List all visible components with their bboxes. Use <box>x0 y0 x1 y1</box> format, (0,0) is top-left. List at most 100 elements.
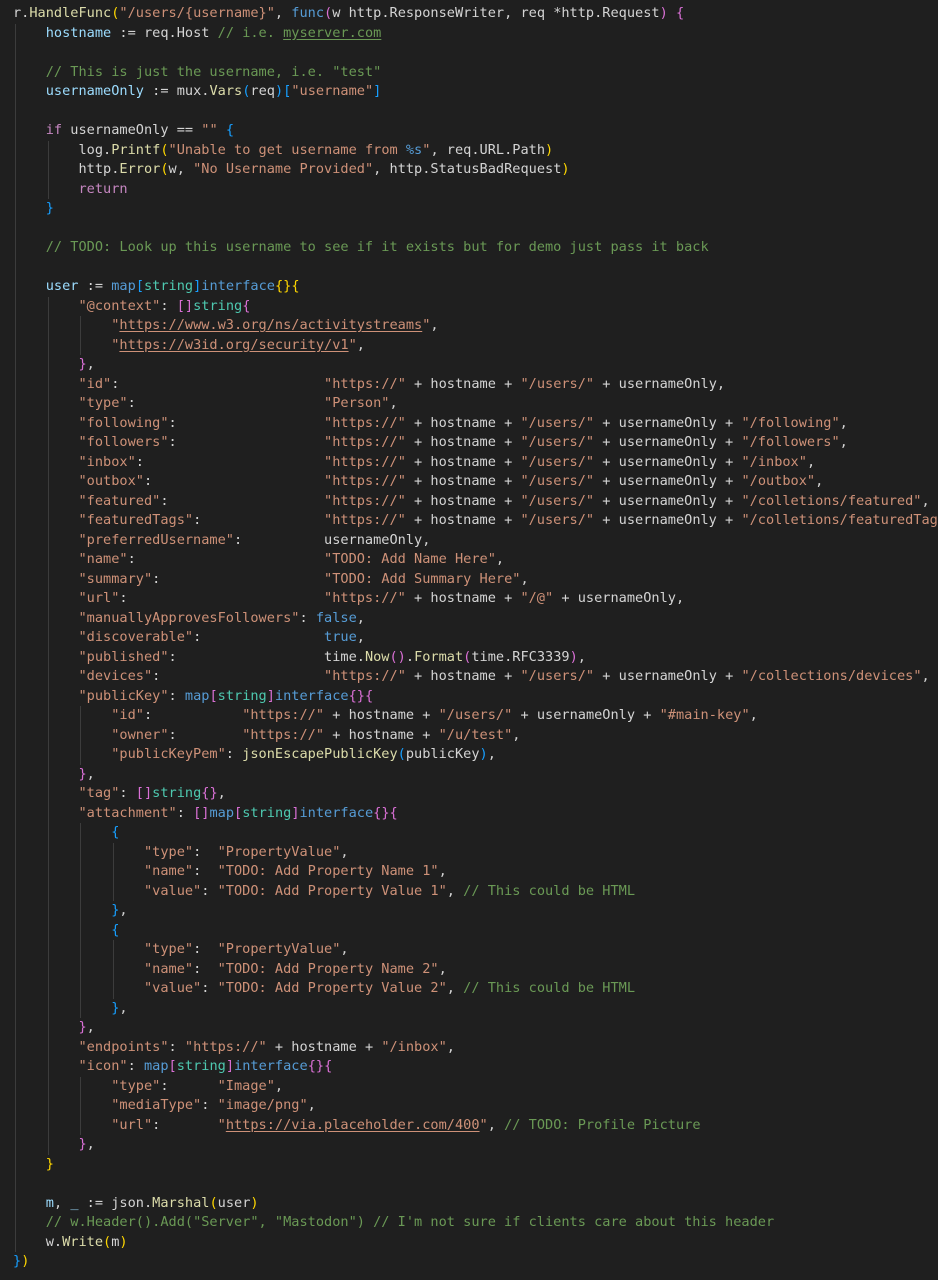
code-line: hostname := req.Host // i.e. myserver.co… <box>0 23 938 43</box>
code-token: ] <box>225 1058 235 1074</box>
code-token: w http.ResponseWriter, req *http.Request <box>332 5 660 21</box>
code-token: { <box>242 297 251 314</box>
indentation <box>13 1156 46 1172</box>
indent-guide <box>15 1037 16 1057</box>
code-token: "TODO: Add Property Name 1" <box>217 863 439 879</box>
code-token: Write <box>62 1233 104 1250</box>
code-token: "id" <box>111 707 144 723</box>
indent-guide <box>15 335 16 355</box>
indent-guide <box>15 511 16 531</box>
code-token: // i.e. <box>217 24 284 41</box>
code-token: : <box>127 551 325 567</box>
indent-guide <box>15 803 16 823</box>
code-line: "discoverable": true, <box>0 628 938 648</box>
code-token: : <box>201 1097 218 1113</box>
code-line: }, <box>0 1018 938 1038</box>
code-token: publicKey <box>405 746 480 762</box>
indentation <box>13 902 111 918</box>
code-token: Format <box>414 648 464 665</box>
code-token: jsonEscapePublicKey <box>242 746 398 762</box>
code-token: + usernameOnly + <box>512 707 660 723</box>
code-token: , <box>389 395 398 411</box>
code-token: { <box>225 122 235 138</box>
code-token: "Person" <box>324 395 390 411</box>
code-token: , req.URL.Path <box>430 141 546 158</box>
code-token: , <box>356 609 365 626</box>
code-token: "value" <box>143 882 202 899</box>
code-token: + hostname + <box>405 414 521 431</box>
code-token: hostname <box>45 24 112 41</box>
code-token: "https://" <box>324 414 406 431</box>
code-line: if usernameOnly == "" { <box>0 121 938 141</box>
code-line: "outbox": "https://" + hostname + "/user… <box>0 472 938 492</box>
indent-guide <box>80 725 82 745</box>
indent-guide <box>47 745 49 765</box>
code-token: r. <box>13 5 30 21</box>
code-token: : <box>168 414 325 431</box>
code-token: https://via.placeholder.com/400 <box>225 1116 480 1133</box>
code-line: w.Write(m) <box>0 1232 938 1252</box>
indent-guide <box>15 452 16 472</box>
code-token: "Image" <box>217 1077 275 1094</box>
indentation <box>13 1175 46 1191</box>
code-token: , <box>921 492 930 509</box>
indent-guide <box>47 803 49 823</box>
indent-guide <box>47 530 49 550</box>
code-token: "/users/" <box>520 473 595 489</box>
code-token: : <box>135 453 325 470</box>
code-token: , <box>495 551 505 567</box>
code-line <box>0 101 938 121</box>
indent-guide <box>15 1213 16 1233</box>
code-token: interface <box>234 1058 308 1074</box>
code-token: : <box>127 1058 144 1074</box>
indentation <box>13 220 46 236</box>
code-token: interface <box>299 804 374 821</box>
code-token: : <box>152 570 325 587</box>
code-token: map <box>143 1058 169 1074</box>
indent-guide <box>47 1037 49 1057</box>
indent-guide <box>47 394 49 414</box>
indentation <box>13 493 78 509</box>
code-token: + usernameOnly + <box>594 668 742 684</box>
code-token: } <box>45 200 54 216</box>
code-token: , <box>274 1077 284 1094</box>
indent-guide <box>15 745 16 765</box>
code-line: usernameOnly := mux.Vars(req)["username"… <box>0 82 938 102</box>
code-token: "/followers" <box>741 434 840 450</box>
code-token: , <box>438 863 447 879</box>
code-token: map <box>184 687 210 704</box>
indent-guide <box>15 725 16 745</box>
indent-guide <box>15 608 16 628</box>
code-token: , <box>446 980 464 996</box>
code-token: "https://" <box>324 492 406 509</box>
indent-guide <box>47 979 49 999</box>
code-token: map <box>111 278 136 294</box>
code-editor[interactable]: r.HandleFunc("/users/{username}", func(w… <box>0 0 938 1280</box>
code-token: + hostname + <box>324 726 439 743</box>
code-line: "type": "PropertyValue", <box>0 842 938 862</box>
indent-guide <box>47 413 49 433</box>
code-token: : <box>193 941 218 957</box>
indentation <box>13 532 78 548</box>
code-token: , <box>119 999 128 1016</box>
code-token: "/users/" <box>520 375 595 392</box>
indent-guide <box>15 842 16 862</box>
indent-guide <box>15 784 16 804</box>
code-line: "id": "https://" + hostname + "/users/" … <box>0 374 938 394</box>
code-line: "following": "https://" + hostname + "/u… <box>0 413 938 433</box>
indentation <box>13 844 144 860</box>
indent-guide <box>15 413 16 433</box>
code-token: "" <box>201 122 218 138</box>
code-token: "type" <box>143 843 194 860</box>
code-token: user <box>217 1194 251 1211</box>
indent-guide <box>80 745 82 765</box>
indentation <box>13 922 111 938</box>
code-token: : <box>160 1077 218 1094</box>
code-token: "TODO: Add Property Value 2" <box>217 980 447 996</box>
indent-guide <box>47 686 49 706</box>
code-token: {} <box>274 278 292 294</box>
code-token: http. <box>78 161 120 177</box>
indent-guide <box>80 1076 82 1096</box>
indentation <box>13 317 111 333</box>
code-token: + hostname + <box>405 473 521 489</box>
